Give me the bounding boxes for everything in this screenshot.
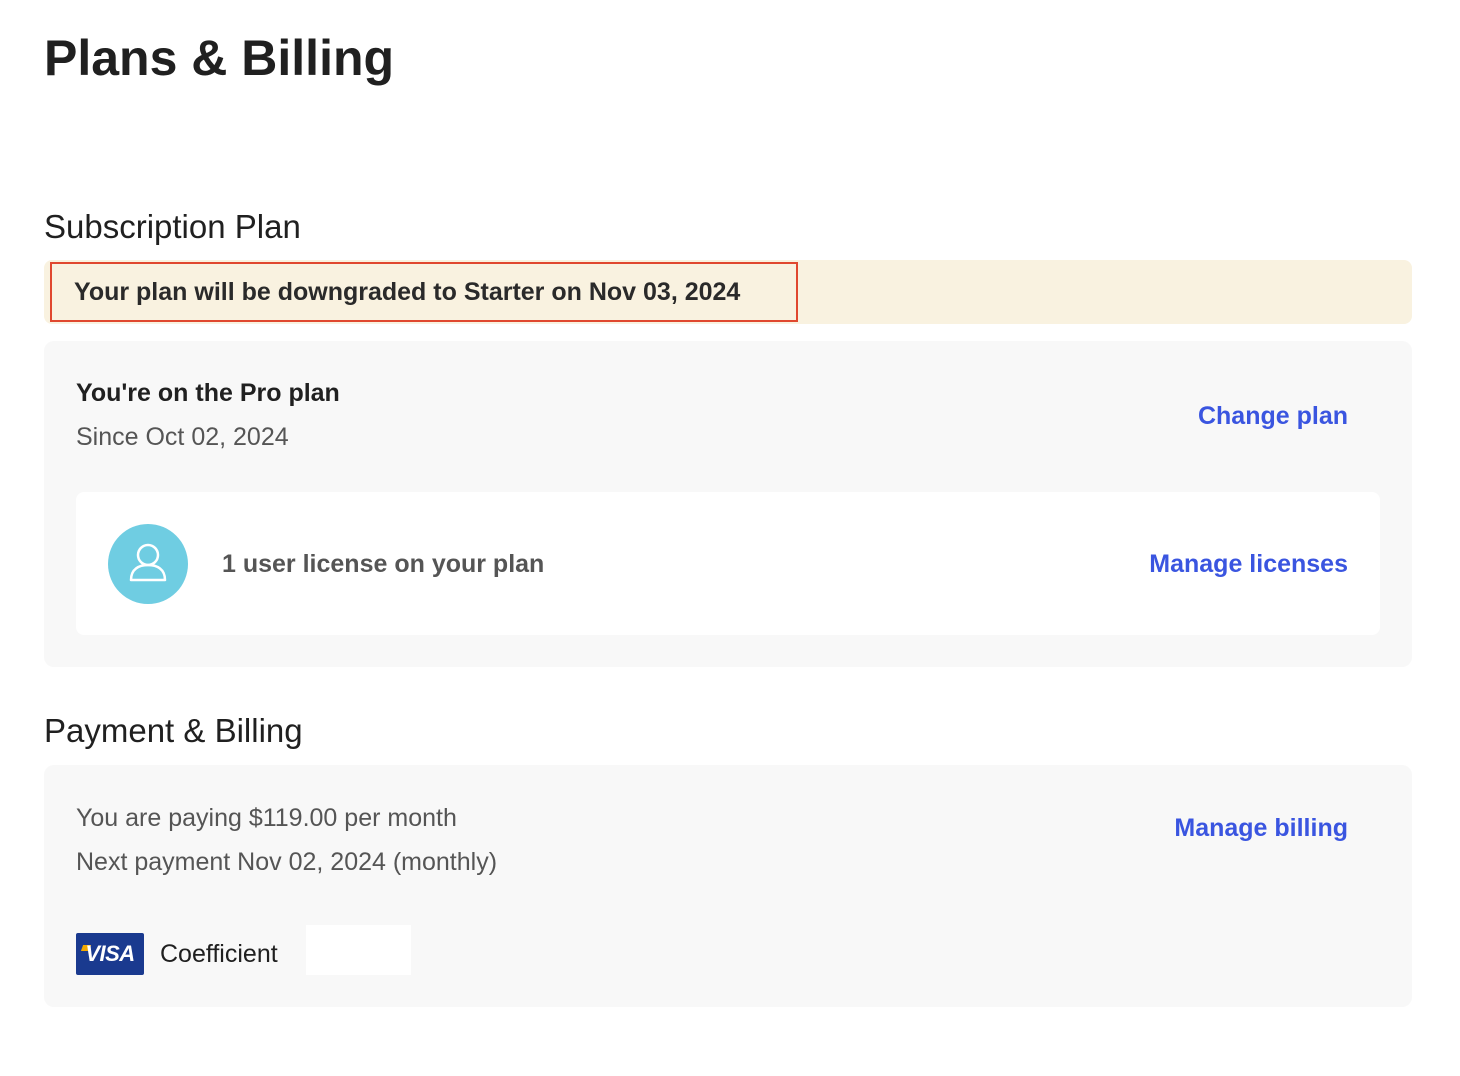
billing-card: You are paying $119.00 per month Next pa…: [44, 765, 1412, 1007]
visa-logo-icon: VISA: [76, 933, 144, 975]
plan-since-date: Since Oct 02, 2024: [76, 423, 289, 451]
page-title: Plans & Billing: [44, 30, 395, 86]
manage-billing-link[interactable]: Manage billing: [1174, 812, 1348, 844]
next-payment-text: Next payment Nov 02, 2024 (monthly): [76, 848, 498, 876]
billing-amount-text: You are paying $119.00 per month: [76, 804, 457, 832]
plan-name: You're on the Pro plan: [76, 379, 340, 407]
license-count-text: 1 user license on your plan: [222, 550, 545, 578]
visa-brand-text: VISA: [85, 941, 135, 966]
downgrade-notice-text: Your plan will be downgraded to Starter …: [74, 278, 741, 306]
license-card: 1 user license on your plan Manage licen…: [76, 492, 1380, 635]
card-holder-name: Coefficient: [160, 940, 278, 968]
masked-card-number: [306, 925, 411, 975]
billing-section-title: Payment & Billing: [44, 712, 303, 749]
change-plan-link[interactable]: Change plan: [1198, 400, 1348, 432]
subscription-section-title: Subscription Plan: [44, 208, 301, 245]
manage-licenses-link[interactable]: Manage licenses: [1149, 548, 1348, 580]
plan-card: You're on the Pro plan Since Oct 02, 202…: [44, 341, 1412, 667]
user-icon: [108, 524, 188, 604]
downgrade-notice: Your plan will be downgraded to Starter …: [44, 260, 1412, 324]
